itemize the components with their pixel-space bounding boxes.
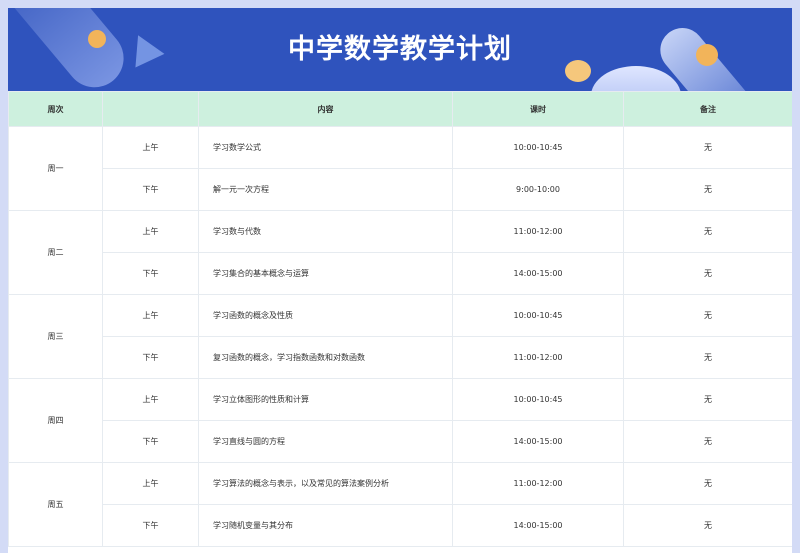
time-cell: 14:00-15:00 bbox=[452, 420, 624, 463]
table-row: 周二 上午 学习数与代数 11:00-12:00 无 bbox=[8, 210, 792, 295]
header-note: 备注 bbox=[623, 91, 792, 127]
period-cell: 下午 bbox=[102, 168, 199, 211]
table-row: 下午 解一元一次方程 9:00-10:00 无 bbox=[9, 168, 792, 211]
note-cell: 无 bbox=[623, 336, 792, 379]
content-cell: 学习算法的概念与表示，以及常见的算法案例分析 bbox=[198, 462, 453, 505]
day-cell: 周四 bbox=[8, 378, 103, 463]
schedule-table: 周次 内容 课时 备注 周一 上午 学习数学公式 10:00-10:45 无 下… bbox=[8, 91, 792, 547]
content-cell: 学习数学公式 bbox=[198, 126, 453, 169]
period-cell: 上午 bbox=[102, 378, 199, 421]
day-cell: 周一 bbox=[8, 126, 103, 211]
note-cell: 无 bbox=[623, 252, 792, 295]
header-time: 课时 bbox=[452, 91, 624, 127]
note-cell: 无 bbox=[623, 462, 792, 505]
time-cell: 9:00-10:00 bbox=[452, 168, 624, 211]
content-cell: 学习直线与圆的方程 bbox=[198, 420, 453, 463]
header-content: 内容 bbox=[198, 91, 453, 127]
note-cell: 无 bbox=[623, 504, 792, 547]
content-cell: 学习数与代数 bbox=[198, 210, 453, 253]
content-cell: 学习随机变量与其分布 bbox=[198, 504, 453, 547]
table-row: 周四 上午 学习立体图形的性质和计算 10:00-10:45 无 bbox=[8, 378, 792, 463]
period-cell: 上午 bbox=[102, 462, 199, 505]
table-row: 周一 上午 学习数学公式 10:00-10:45 无 bbox=[8, 126, 792, 211]
note-cell: 无 bbox=[623, 168, 792, 211]
period-cell: 上午 bbox=[102, 126, 199, 169]
time-cell: 10:00-10:45 bbox=[452, 126, 624, 169]
day-cell: 周二 bbox=[8, 210, 103, 295]
table-row: 下午 学习集合的基本概念与运算 14:00-15:00 无 bbox=[9, 252, 792, 295]
header-period bbox=[102, 91, 199, 127]
period-cell: 上午 bbox=[102, 210, 199, 253]
table-row: 周三 上午 学习函数的概念及性质 10:00-10:45 无 bbox=[8, 294, 792, 379]
page-title: 中学数学教学计划 bbox=[288, 34, 512, 65]
period-cell: 下午 bbox=[102, 336, 199, 379]
note-cell: 无 bbox=[623, 378, 792, 421]
table-row: 下午 学习直线与圆的方程 14:00-15:00 无 bbox=[9, 420, 792, 463]
table-row: 下午 学习随机变量与其分布 14:00-15:00 无 bbox=[9, 504, 792, 547]
period-cell: 上午 bbox=[102, 294, 199, 337]
content-cell: 复习函数的概念，学习指数函数和对数函数 bbox=[198, 336, 453, 379]
time-cell: 10:00-10:45 bbox=[452, 378, 624, 421]
time-cell: 11:00-12:00 bbox=[452, 210, 624, 253]
table-header-row: 周次 内容 课时 备注 bbox=[8, 91, 792, 127]
note-cell: 无 bbox=[623, 210, 792, 253]
time-cell: 11:00-12:00 bbox=[452, 336, 624, 379]
content-cell: 学习集合的基本概念与运算 bbox=[198, 252, 453, 295]
content-cell: 学习立体图形的性质和计算 bbox=[198, 378, 453, 421]
note-cell: 无 bbox=[623, 420, 792, 463]
note-cell: 无 bbox=[623, 294, 792, 337]
table-row: 下午 复习函数的概念，学习指数函数和对数函数 11:00-12:00 无 bbox=[9, 336, 792, 379]
time-cell: 14:00-15:00 bbox=[452, 504, 624, 547]
time-cell: 11:00-12:00 bbox=[452, 462, 624, 505]
period-cell: 下午 bbox=[102, 252, 199, 295]
day-cell: 周三 bbox=[8, 294, 103, 379]
table-row: 周五 上午 学习算法的概念与表示，以及常见的算法案例分析 11:00-12:00… bbox=[8, 462, 792, 547]
title-banner: 中学数学教学计划 bbox=[8, 8, 792, 91]
document-page: 中学数学教学计划 周次 内容 课时 备注 周一 上午 学习数学公式 10:00-… bbox=[8, 8, 792, 553]
content-cell: 解一元一次方程 bbox=[198, 168, 453, 211]
time-cell: 14:00-15:00 bbox=[452, 252, 624, 295]
day-cell: 周五 bbox=[8, 462, 103, 547]
time-cell: 10:00-10:45 bbox=[452, 294, 624, 337]
period-cell: 下午 bbox=[102, 420, 199, 463]
period-cell: 下午 bbox=[102, 504, 199, 547]
note-cell: 无 bbox=[623, 126, 792, 169]
header-day: 周次 bbox=[8, 91, 103, 127]
content-cell: 学习函数的概念及性质 bbox=[198, 294, 453, 337]
